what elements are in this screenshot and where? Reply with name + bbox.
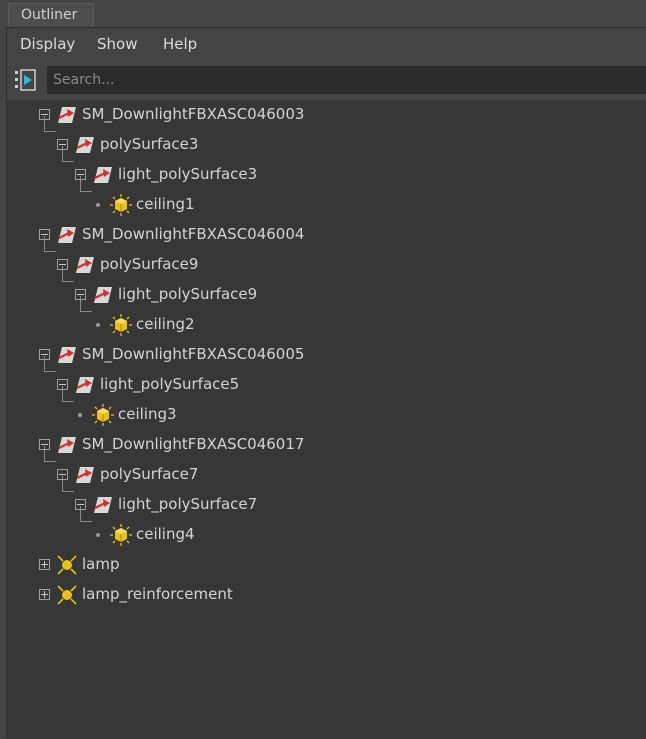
tree-row-label: light_polySurface7 bbox=[118, 495, 258, 513]
tree-row[interactable]: ceiling1 bbox=[7, 190, 646, 220]
collapse-toggle[interactable] bbox=[39, 439, 50, 450]
search-input[interactable] bbox=[47, 66, 646, 94]
tree-row[interactable]: ceiling4 bbox=[7, 520, 646, 550]
transform-icon bbox=[56, 344, 78, 366]
collapse-toggle[interactable] bbox=[57, 259, 68, 270]
transform-icon bbox=[92, 494, 114, 516]
transform-icon bbox=[74, 134, 96, 156]
tree-row[interactable]: SM_DownlightFBXASC046005 bbox=[7, 340, 646, 370]
tree-row-label: polySurface9 bbox=[100, 255, 199, 273]
leaf-dot bbox=[96, 323, 100, 327]
area-light-icon bbox=[110, 524, 132, 546]
tab-outliner[interactable]: Outliner bbox=[8, 3, 94, 27]
collapse-toggle[interactable] bbox=[75, 499, 86, 510]
menu-help[interactable]: Help bbox=[163, 35, 197, 53]
leaf-dot bbox=[78, 413, 82, 417]
tree-row[interactable]: SM_DownlightFBXASC046017 bbox=[7, 430, 646, 460]
leaf-dot bbox=[96, 203, 100, 207]
tree-row[interactable]: ceiling2 bbox=[7, 310, 646, 340]
tree-row-label: polySurface3 bbox=[100, 135, 199, 153]
collapse-toggle[interactable] bbox=[57, 379, 68, 390]
tree-row-label: light_polySurface9 bbox=[118, 285, 258, 303]
transform-icon bbox=[92, 284, 114, 306]
tree-row-label: SM_DownlightFBXASC046005 bbox=[82, 345, 305, 363]
tree-row-label: ceiling3 bbox=[118, 405, 177, 423]
tree-row[interactable]: SM_DownlightFBXASC046003 bbox=[7, 100, 646, 130]
tree-row[interactable]: polySurface3 bbox=[7, 130, 646, 160]
area-light-icon bbox=[110, 314, 132, 336]
transform-icon bbox=[74, 464, 96, 486]
tree-row-label: SM_DownlightFBXASC046017 bbox=[82, 435, 305, 453]
menu-display[interactable]: Display bbox=[20, 35, 75, 53]
transform-icon bbox=[56, 434, 78, 456]
tab-bar: Outliner bbox=[0, 0, 646, 27]
tree-row-label: lamp_reinforcement bbox=[82, 585, 233, 603]
tree-row-label: lamp bbox=[82, 555, 120, 573]
tree-row[interactable]: polySurface7 bbox=[7, 460, 646, 490]
collapse-toggle[interactable] bbox=[39, 109, 50, 120]
leaf-dot bbox=[96, 533, 100, 537]
tree-row-label: light_polySurface3 bbox=[118, 165, 258, 183]
tree-row[interactable]: light_polySurface7 bbox=[7, 490, 646, 520]
outliner-panel: Display Show Help SM_DownlightFBXASC0460… bbox=[6, 27, 646, 739]
area-light-icon bbox=[110, 194, 132, 216]
transform-icon bbox=[56, 104, 78, 126]
tree-row-label: light_polySurface5 bbox=[100, 375, 240, 393]
tree-row-label: ceiling1 bbox=[136, 195, 195, 213]
tree-row-label: ceiling4 bbox=[136, 525, 195, 543]
collapse-toggle[interactable] bbox=[75, 289, 86, 300]
expand-toggle[interactable] bbox=[39, 559, 50, 570]
tree-row-label: ceiling2 bbox=[136, 315, 195, 333]
tree-row[interactable]: light_polySurface3 bbox=[7, 160, 646, 190]
collapse-toggle[interactable] bbox=[57, 139, 68, 150]
filter-icon[interactable] bbox=[14, 69, 38, 93]
menu-show[interactable]: Show bbox=[97, 35, 137, 53]
transform-icon bbox=[74, 374, 96, 396]
tree-row[interactable]: light_polySurface9 bbox=[7, 280, 646, 310]
collapse-toggle[interactable] bbox=[57, 469, 68, 480]
point-light-icon bbox=[56, 584, 78, 606]
transform-icon bbox=[56, 224, 78, 246]
transform-icon bbox=[74, 254, 96, 276]
tree-row-label: SM_DownlightFBXASC046004 bbox=[82, 225, 305, 243]
tree-row[interactable]: lamp bbox=[7, 550, 646, 580]
tree-row[interactable]: light_polySurface5 bbox=[7, 370, 646, 400]
collapse-toggle[interactable] bbox=[39, 349, 50, 360]
tree-row-label: polySurface7 bbox=[100, 465, 199, 483]
tree-row[interactable]: SM_DownlightFBXASC046004 bbox=[7, 220, 646, 250]
expand-toggle[interactable] bbox=[39, 589, 50, 600]
area-light-icon bbox=[92, 404, 114, 426]
menu-bar: Display Show Help bbox=[7, 28, 646, 62]
tree-row[interactable]: lamp_reinforcement bbox=[7, 580, 646, 610]
tree-row[interactable]: ceiling3 bbox=[7, 400, 646, 430]
transform-icon bbox=[92, 164, 114, 186]
collapse-toggle[interactable] bbox=[39, 229, 50, 240]
collapse-toggle[interactable] bbox=[75, 169, 86, 180]
tree-row[interactable]: polySurface9 bbox=[7, 250, 646, 280]
tree-row-label: SM_DownlightFBXASC046003 bbox=[82, 105, 305, 123]
outliner-tree: SM_DownlightFBXASC046003 polySurface3 ligh… bbox=[7, 100, 646, 739]
point-light-icon bbox=[56, 554, 78, 576]
